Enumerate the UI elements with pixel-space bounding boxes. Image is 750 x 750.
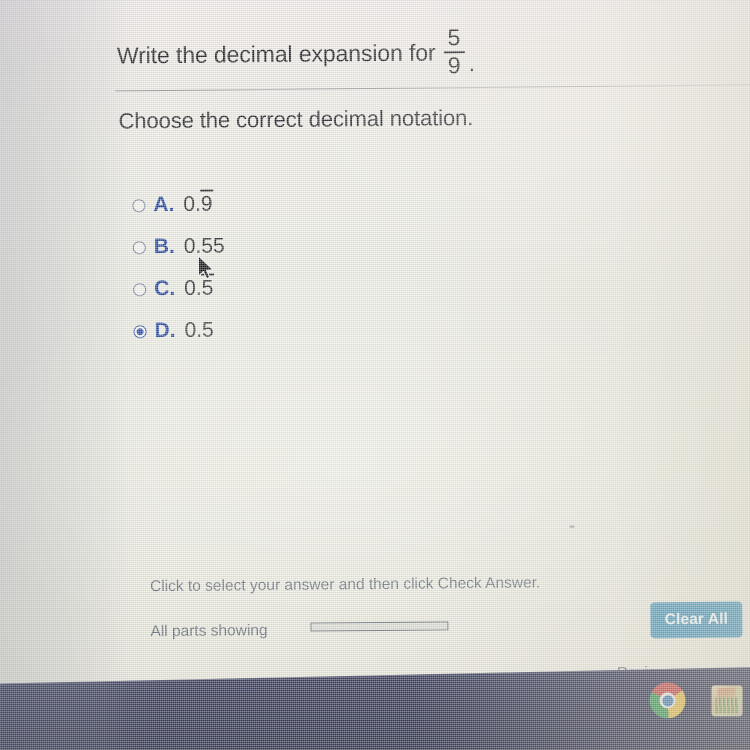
choice-letter-d: D. [154,318,176,343]
answer-choice-list: A. 0.9 B. 0.55 C. 0.5 D. 0.5 [132,183,225,352]
answer-choice-a[interactable]: A. 0.9 [132,183,224,226]
ui-tilt-wrapper: Write the decimal expansion for 5 9 . Ch… [0,0,750,750]
choice-value-c: 0.5 [184,277,213,301]
fraction-denominator: 9 [447,52,461,79]
parts-progress-bar[interactable] [310,621,449,632]
radio-button-d[interactable] [133,324,147,338]
instruction-hint: Click to select your answer and then cli… [149,574,541,596]
answer-choice-d[interactable]: D. 0.5 [133,309,225,352]
screen-speck [569,525,575,529]
sub-prompt: Choose the correct decimal notation. [118,105,474,134]
answer-choice-c[interactable]: C. 0.5 [133,267,225,310]
section-divider [115,84,750,92]
choice-value-a-repeating: 9 [200,192,213,216]
choice-value-b: 0.55 [184,234,225,258]
quiz-content: Write the decimal expansion for 5 9 . Ch… [0,0,750,704]
all-parts-showing-label: All parts showing [150,622,268,641]
choice-value-a: 0.9 [183,193,212,217]
clear-all-button[interactable]: Clear All [650,601,743,639]
fraction-numerator: 5 [447,24,461,51]
choice-value-b-prefix: 0.55 [183,234,225,258]
photographed-screen: Write the decimal expansion for 5 9 . Ch… [0,0,750,750]
choice-value-d: 0.5 [184,319,213,343]
chrome-icon[interactable] [649,682,686,719]
choice-letter-b: B. [153,234,175,259]
radio-button-b[interactable] [132,240,146,254]
choice-value-d-prefix: 0.5 [184,318,214,342]
choice-value-a-prefix: 0. [183,192,201,216]
answer-choice-b[interactable]: B. 0.55 [132,225,225,268]
question-prompt-text: Write the decimal expansion for [116,39,436,69]
radio-button-c[interactable] [133,282,147,296]
taskbar-icon-group [649,682,743,719]
choice-letter-c: C. [154,276,176,301]
choice-value-c-repeating: 5 [201,276,214,300]
question-period: . [468,49,476,76]
fraction-five-ninths: 5 9 [443,24,465,79]
choice-value-c-prefix: 0. [184,276,202,300]
choice-letter-a: A. [153,192,175,217]
app-icon[interactable] [711,684,743,716]
radio-button-a[interactable] [132,198,146,212]
question-prompt: Write the decimal expansion for 5 9 . [116,24,476,82]
